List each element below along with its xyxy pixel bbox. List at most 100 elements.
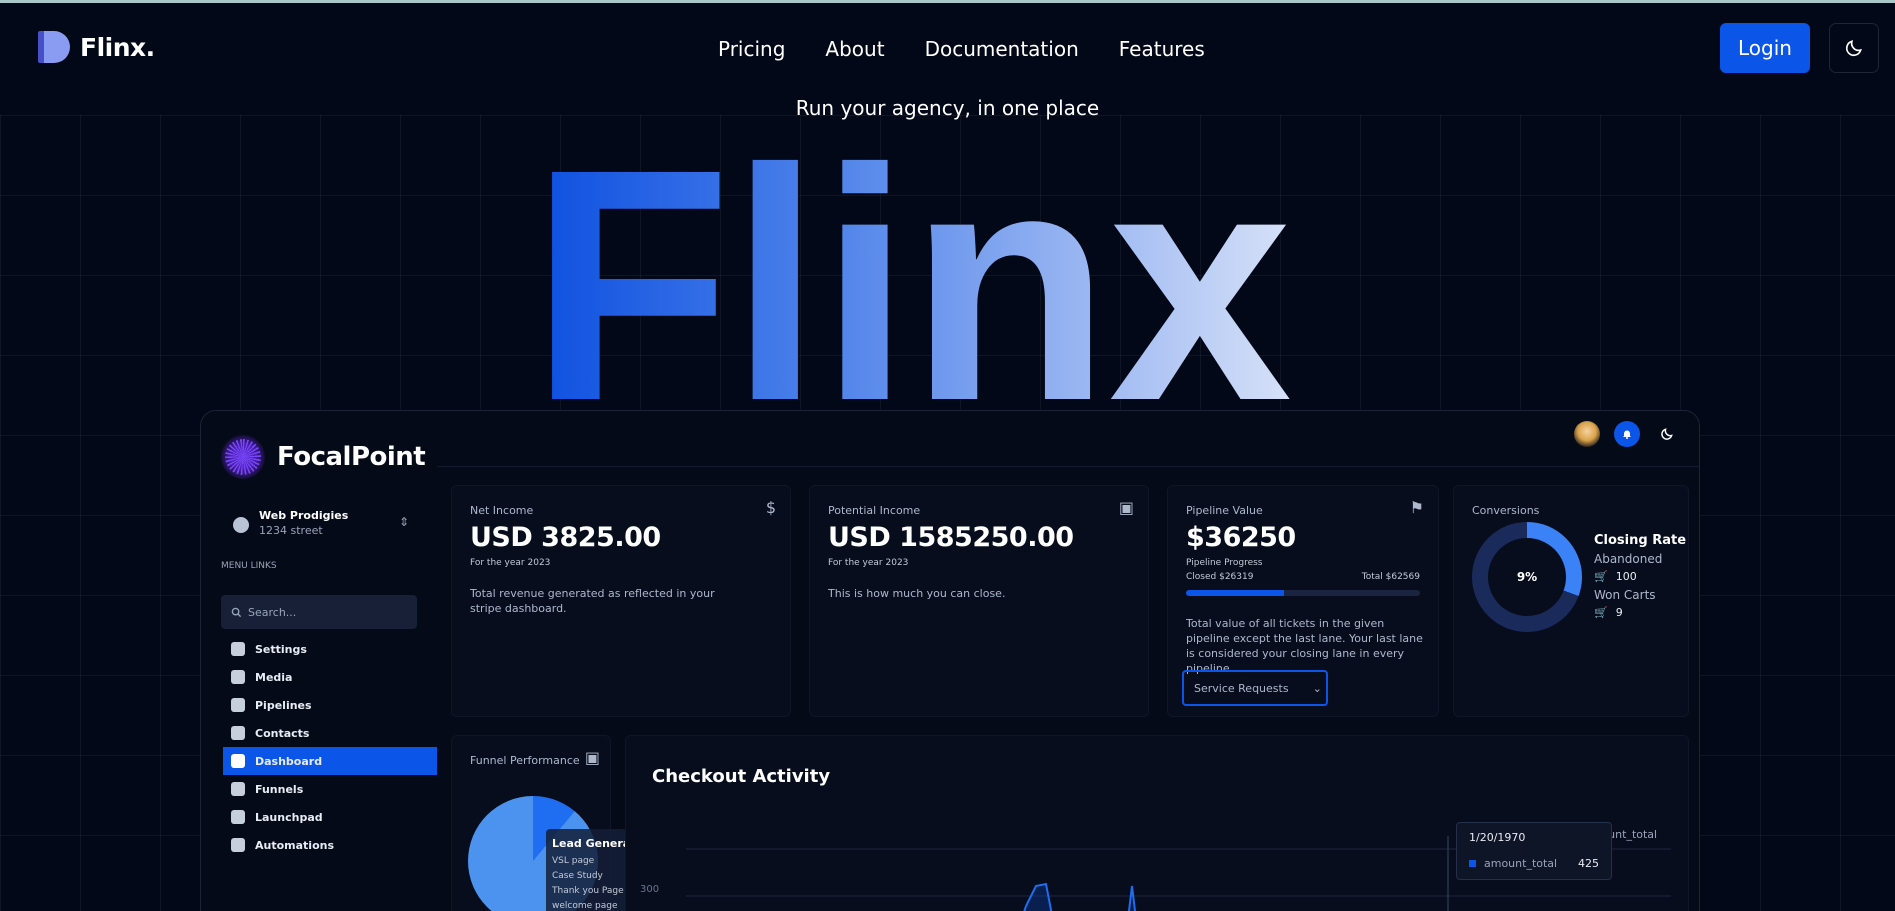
sidebar-item-label: Pipelines (255, 698, 312, 712)
chevron-down-icon: ⌄ (1312, 681, 1322, 695)
tooltip-date: 1/20/1970 (1469, 831, 1526, 844)
pipeline-progress-fill (1186, 590, 1285, 596)
nav-links: Pricing About Documentation Features (718, 37, 1205, 61)
sidebar-menu: Settings Media Pipelines Contacts Dashbo… (201, 635, 437, 859)
focalpoint-name: FocalPoint (277, 442, 426, 472)
net-income-card: Net Income $ USD 3825.00 For the year 20… (451, 485, 791, 717)
gear-icon (231, 642, 245, 656)
card-description: Total value of all tickets in the given … (1186, 617, 1423, 675)
chevron-up-down-icon: ⇕ (398, 515, 409, 529)
search-icon (231, 607, 242, 617)
sidebar-item-pipelines[interactable]: Pipelines (201, 691, 437, 719)
nav-link-pricing[interactable]: Pricing (718, 37, 785, 61)
dashboard-grid-icon (231, 754, 245, 768)
chip-icon (231, 838, 245, 852)
abandoned-label: Abandoned (1594, 552, 1663, 566)
database-icon (231, 670, 245, 684)
hero-title: Flinx (530, 120, 1390, 412)
sidebar-item-settings[interactable]: Settings (201, 635, 437, 663)
moon-icon (1845, 40, 1862, 57)
dashboard-preview: FocalPoint Web Prodigies 1234 street ⇕ M… (200, 410, 1700, 911)
flag-icon: ⚑ (1409, 498, 1424, 517)
dashboard-sidebar: FocalPoint Web Prodigies 1234 street ⇕ M… (201, 411, 437, 911)
top-navbar: Flinx. Pricing About Documentation Featu… (0, 3, 1895, 95)
sidebar-item-contacts[interactable]: Contacts (201, 719, 437, 747)
sidebar-item-launchpad[interactable]: Launchpad (201, 803, 437, 831)
pipeline-select-value: Service Requests (1194, 681, 1289, 695)
flag-icon (231, 698, 245, 712)
total-amount: Total $62569 (1361, 572, 1420, 582)
avatar[interactable] (1574, 421, 1600, 447)
brand[interactable]: Flinx. (38, 29, 155, 65)
conversion-donut-chart: 9% (1472, 522, 1582, 632)
sidebar-item-automations[interactable]: Automations (201, 831, 437, 859)
contact-card-icon: ▣ (1118, 498, 1134, 517)
notifications-button[interactable] (1614, 421, 1640, 447)
account-name: Web Prodigies (259, 509, 349, 522)
tooltip-value: 425 (1578, 857, 1599, 870)
conversion-legend: Closing Rate Abandoned 🛒 100 Won Carts 🛒 9 (1594, 532, 1686, 622)
sidebar-item-label: Contacts (255, 726, 310, 740)
sidebar-item-label: Automations (255, 838, 335, 852)
search-placeholder: Search... (248, 605, 297, 619)
compass-icon (233, 517, 249, 533)
pipeline-select[interactable]: Service Requests ⌄ (1182, 670, 1328, 706)
sidebar-item-label: Media (255, 670, 293, 684)
clipboard-icon (231, 810, 245, 824)
chart-tooltip: 1/20/1970 amount_total 425 (1456, 822, 1612, 880)
checkout-activity-card: Checkout Activity 300 amount_total 1/20/… (625, 735, 1689, 911)
dollar-icon: $ (765, 498, 776, 517)
series-swatch (1469, 860, 1476, 867)
potential-income-card: Potential Income ▣ USD 1585250.00 For th… (809, 485, 1149, 717)
hero-tagline: Run your agency, in one place (795, 96, 1100, 120)
card-description: Total revenue generated as reflected in … (470, 587, 715, 615)
card-value: $36250 (1186, 522, 1296, 553)
sidebar-item-dashboard[interactable]: Dashboard (223, 747, 437, 775)
brand-name: Flinx. (80, 32, 155, 62)
cart-icon: 🛒 (1594, 606, 1608, 619)
card-value: USD 1585250.00 (828, 522, 1074, 553)
shuffle-icon (231, 782, 245, 796)
dashboard-topbar (437, 411, 1699, 467)
abandoned-row: 🛒 100 (1594, 568, 1686, 586)
card-title: Funnel Performance (470, 754, 580, 767)
sidebar-item-label: Launchpad (255, 810, 323, 824)
nav-link-features[interactable]: Features (1119, 37, 1205, 61)
card-subtitle: For the year 2023 (828, 558, 909, 568)
pipeline-progress-values: Closed $26319 Total $62569 (1186, 572, 1420, 582)
card-value: USD 3825.00 (470, 522, 661, 553)
tooltip-row-label: Case Study (552, 870, 603, 881)
card-title: Conversions (1472, 504, 1540, 517)
theme-toggle-button[interactable] (1829, 23, 1879, 73)
account-switcher[interactable]: Web Prodigies 1234 street ⇕ (229, 507, 409, 543)
conversions-card: Conversions 9% Closing Rate Abandoned 🛒 1… (1453, 485, 1689, 717)
pipeline-progress-bar (1186, 590, 1420, 596)
nav-link-about[interactable]: About (825, 37, 884, 61)
sidebar-item-label: Dashboard (255, 754, 323, 768)
won-value: 9 (1615, 606, 1623, 619)
closed-amount: Closed $26319 (1186, 572, 1254, 582)
card-title: Pipeline Value (1186, 504, 1263, 517)
flinx-logo-icon (38, 29, 70, 65)
card-title: Potential Income (828, 504, 921, 517)
contact-card-icon: ▣ (584, 748, 600, 767)
cart-icon: 🛒 (1594, 570, 1608, 583)
pipeline-value-card: Pipeline Value ⚑ $36250 Pipeline Progres… (1167, 485, 1439, 717)
pipeline-progress-label: Pipeline Progress (1186, 558, 1263, 568)
conversion-percent: 9% (1488, 538, 1566, 616)
card-description: This is how much you can close. (828, 587, 1006, 600)
sidebar-item-label: Settings (255, 642, 307, 656)
won-row: 🛒 9 (1594, 604, 1686, 622)
sidebar-item-label: Funnels (255, 782, 304, 796)
sidebar-item-media[interactable]: Media (201, 663, 437, 691)
tooltip-row-label: VSL page (552, 855, 595, 866)
sidebar-search-input[interactable]: Search... (221, 595, 417, 629)
tooltip-series-row: amount_total (1469, 857, 1557, 870)
dashboard-theme-toggle[interactable] (1654, 421, 1680, 447)
menu-links-label: MENU LINKS (221, 561, 277, 571)
login-button[interactable]: Login (1720, 23, 1810, 73)
sidebar-item-funnels[interactable]: Funnels (201, 775, 437, 803)
focalpoint-logo-icon (221, 435, 265, 479)
bell-icon (1623, 430, 1631, 439)
nav-link-documentation[interactable]: Documentation (925, 37, 1079, 61)
